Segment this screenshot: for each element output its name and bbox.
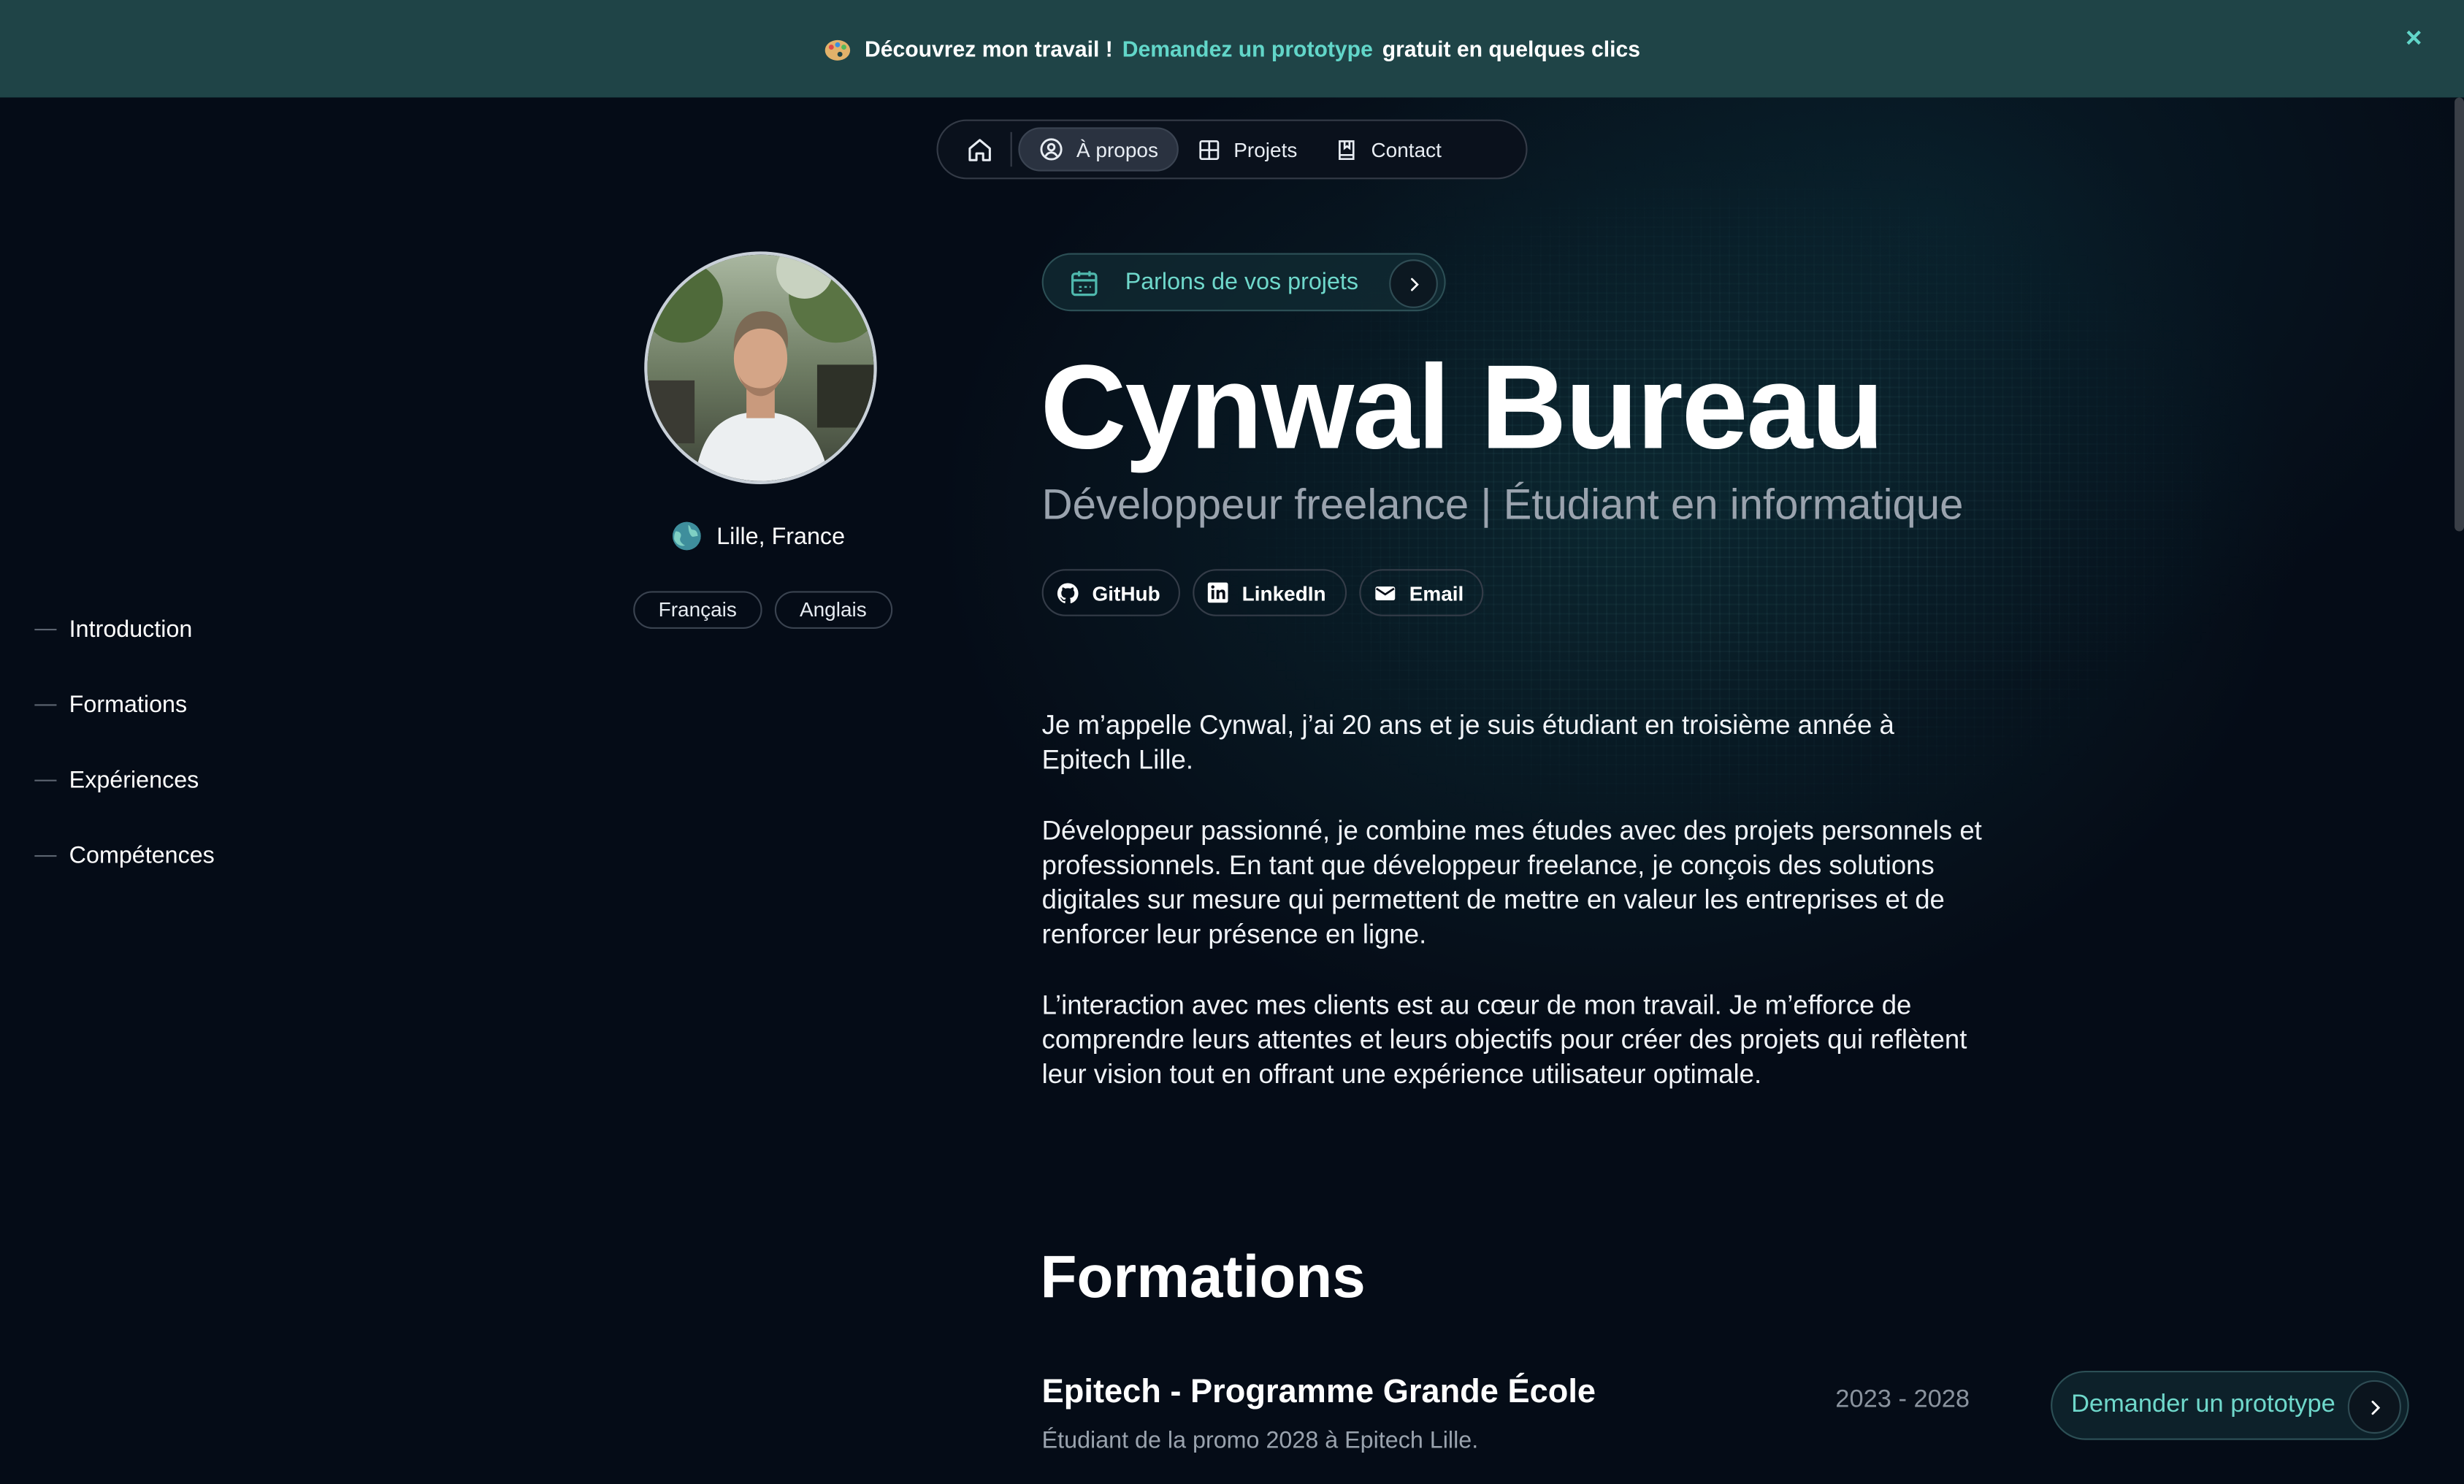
sidebar-dash [34, 854, 57, 857]
mail-icon [1374, 586, 1395, 600]
location: Lille, France [672, 521, 846, 551]
nav-contact-label: Contact [1371, 137, 1442, 161]
chevron-right-icon [2347, 1380, 2401, 1434]
sidebar-item-experiences[interactable]: Expériences [34, 764, 215, 795]
nav-about-label: À propos [1076, 137, 1158, 161]
globe-icon [672, 521, 701, 551]
linkedin-icon [1208, 582, 1229, 603]
location-text: Lille, France [716, 522, 846, 550]
grid-icon [1199, 139, 1220, 159]
github-icon [1057, 582, 1079, 603]
sidebar-item-label: Compétences [69, 841, 215, 869]
linkedin-button[interactable]: LinkedIn [1193, 569, 1347, 616]
banner-text: Découvrez mon travail ! [864, 36, 1113, 61]
schedule-call-label: Parlons de vos projets [1125, 269, 1359, 296]
sidebar-item-label: Formations [69, 691, 188, 718]
page: Découvrez mon travail ! Demandez un prot… [0, 0, 2464, 1484]
nav-divider [1010, 131, 1012, 167]
sidebar-item-label: Expériences [69, 766, 199, 793]
formation-title: Epitech - Programme Grande École [1041, 1374, 1596, 1410]
banner-text-end: gratuit en quelques clics [1382, 36, 1641, 61]
banner-prototype-link[interactable]: Demandez un prototype [1122, 37, 1373, 61]
sidebar-item-formations[interactable]: Formations [34, 689, 215, 720]
bio-paragraph: Développeur passionné, je combine mes ét… [1041, 815, 1982, 951]
sidebar-dash [34, 779, 57, 781]
language-tags: Français Anglais [633, 591, 904, 629]
book-icon [1338, 139, 1354, 159]
nav-contact-tab[interactable]: Contact [1316, 127, 1461, 171]
home-icon [968, 138, 990, 161]
schedule-call-button[interactable]: Parlons de vos projets [1041, 253, 1446, 312]
avatar [644, 251, 877, 484]
formations-heading: Formations [1040, 1244, 1366, 1312]
bio-paragraph: L’interaction avec mes clients est au cœ… [1041, 990, 1967, 1090]
request-prototype-label: Demander un prototype [2071, 1391, 2335, 1418]
email-label: Email [1409, 581, 1464, 605]
calendar-icon [1071, 270, 1098, 296]
user-circle-icon [1040, 138, 1063, 161]
language-tag-french: Français [633, 591, 762, 629]
chevron-right-icon [1389, 259, 1438, 308]
nav-home-button[interactable] [951, 127, 1007, 171]
linkedin-label: LinkedIn [1241, 581, 1326, 605]
sidebar-item-introduction[interactable]: Introduction [34, 613, 215, 644]
close-icon[interactable]: × [2398, 22, 2430, 53]
formation-dates: 2023 - 2028 [1835, 1386, 1970, 1414]
bio-section: Je m’appelle Cynwal, j’ai 20 ans et je s… [1042, 709, 1985, 1128]
github-label: GitHub [1092, 581, 1160, 605]
palette-icon [824, 34, 852, 63]
sidebar-dash [34, 703, 57, 705]
top-navigation: À propos Projets Contact [936, 119, 1528, 180]
sidebar-dash [34, 627, 57, 630]
language-tag-english: Anglais [774, 591, 892, 629]
social-links: GitHub LinkedIn Email [1041, 569, 1497, 616]
github-button[interactable]: GitHub [1041, 569, 1181, 616]
formation-description: Étudiant de la promo 2028 à Epitech Lill… [1041, 1427, 1479, 1455]
bio-paragraph: Je m’appelle Cynwal, j’ai 20 ans et je s… [1041, 710, 1894, 776]
nav-projects-tab[interactable]: Projets [1179, 127, 1316, 171]
nav-about-tab[interactable]: À propos [1018, 127, 1179, 172]
email-button[interactable]: Email [1358, 569, 1485, 616]
sidebar-item-competences[interactable]: Compétences [34, 839, 215, 871]
section-sidebar: Introduction Formations Expériences Comp… [34, 613, 215, 914]
sidebar-item-label: Introduction [69, 615, 193, 643]
nav-projects-label: Projets [1233, 137, 1298, 161]
page-subtitle: Développeur freelance | Étudiant en info… [1041, 481, 1964, 529]
promo-banner: Découvrez mon travail ! Demandez un prot… [0, 0, 2464, 98]
scrollbar-thumb[interactable] [2455, 97, 2464, 532]
page-title: Cynwal Bureau [1040, 341, 1884, 475]
request-prototype-button[interactable]: Demander un prototype [2051, 1370, 2409, 1440]
